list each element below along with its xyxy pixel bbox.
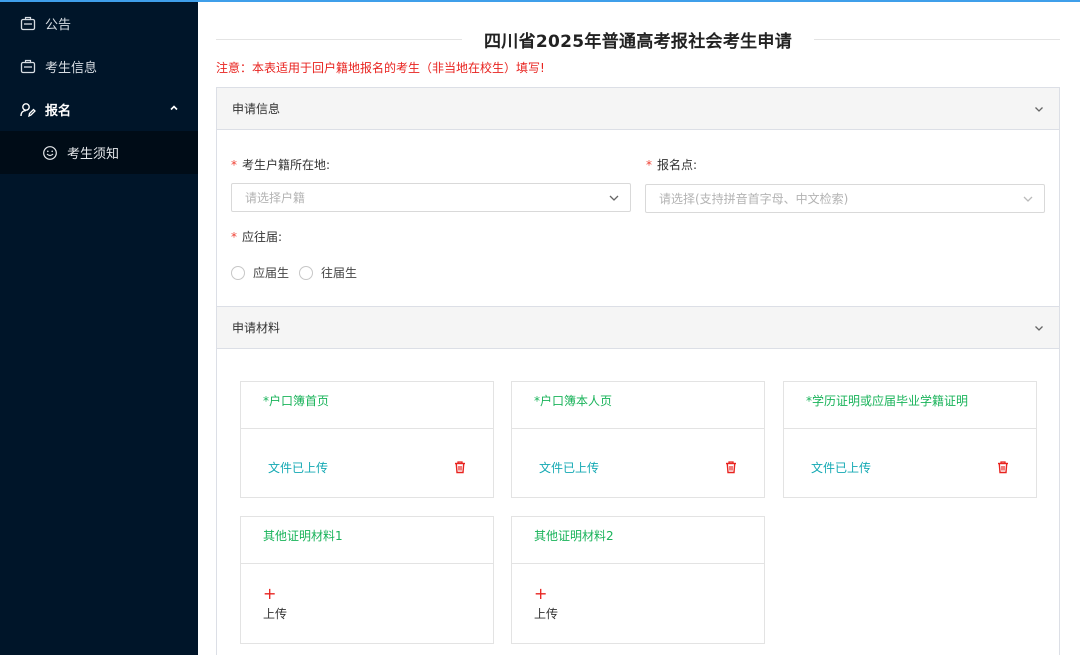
radio-circle[interactable]: [231, 265, 245, 280]
required-mark: *: [231, 158, 237, 172]
hukou-label: * 考生户籍所在地:: [231, 156, 330, 173]
briefcase-icon: [20, 16, 36, 32]
materials-header[interactable]: 申请材料: [217, 307, 1059, 349]
page-title: 四川省2025年普通高考报社会考生申请: [484, 31, 793, 52]
upload-button[interactable]: 上传: [534, 605, 558, 622]
hukou-select[interactable]: 请选择户籍: [231, 183, 631, 212]
site-placeholder: 请选择(支持拼音首字母、中文检索): [659, 192, 849, 206]
card-title: 其他证明材料2: [512, 517, 764, 564]
plus-icon[interactable]: +: [534, 586, 547, 602]
material-card: 其他证明材料2 + 上传: [511, 516, 765, 644]
required-mark: *: [231, 230, 237, 244]
sidebar-subitem-label: 考生须知: [67, 147, 120, 162]
card-title: *户口簿本人页: [512, 382, 764, 429]
site-label: * 报名点:: [646, 156, 697, 173]
sidebar: 公告 考生信息 报名 考生须知: [0, 0, 198, 655]
card-title: *户口簿首页: [241, 382, 493, 429]
sidebar-item-label: 报名: [45, 104, 72, 119]
chevron-down-icon: [1022, 193, 1034, 205]
delete-icon[interactable]: [996, 460, 1010, 474]
radio-past-graduate[interactable]: 往届生: [299, 264, 357, 281]
grad-label-text: 应往届:: [242, 230, 283, 244]
material-card: *户口簿首页 文件已上传: [240, 381, 494, 498]
hukou-label-text: 考生户籍所在地:: [242, 158, 331, 172]
smile-icon: [42, 145, 58, 161]
sidebar-item-label: 考生信息: [45, 61, 98, 76]
material-card: 其他证明材料1 + 上传: [240, 516, 494, 644]
user-edit-icon: [20, 102, 36, 118]
notice-text: 注意：本表适用于回户籍地报名的考生（非当地在校生）填写!: [216, 61, 545, 75]
sidebar-item-registration[interactable]: 报名: [0, 88, 198, 131]
plus-icon[interactable]: +: [263, 586, 276, 602]
uploaded-status[interactable]: 文件已上传: [539, 459, 599, 476]
required-mark: *: [646, 158, 652, 172]
sidebar-item-examinee-info[interactable]: 考生信息: [0, 45, 198, 88]
chevron-down-icon: [608, 192, 620, 204]
sidebar-item-announcement[interactable]: 公告: [0, 2, 198, 45]
delete-icon[interactable]: [453, 460, 467, 474]
delete-icon[interactable]: [724, 460, 738, 474]
page-header: 四川省2025年普通高考报社会考生申请: [216, 24, 1061, 54]
upload-button[interactable]: 上传: [263, 605, 287, 622]
uploaded-status[interactable]: 文件已上传: [268, 459, 328, 476]
main-content: 四川省2025年普通高考报社会考生申请 注意：本表适用于回户籍地报名的考生（非当…: [198, 0, 1080, 655]
material-card: *户口簿本人页 文件已上传: [511, 381, 765, 498]
sidebar-item-label: 公告: [45, 18, 72, 33]
hukou-placeholder: 请选择户籍: [245, 191, 306, 205]
application-info-header[interactable]: 申请信息: [217, 88, 1059, 130]
briefcase-icon: [20, 59, 36, 75]
radio-label: 应届生: [253, 266, 290, 280]
uploaded-status[interactable]: 文件已上传: [811, 459, 871, 476]
chevron-down-icon: [1033, 322, 1045, 334]
chevron-up-icon: [168, 102, 180, 114]
chevron-down-icon: [1033, 103, 1045, 115]
radio-label: 往届生: [321, 266, 358, 280]
section-title: 申请信息: [232, 102, 281, 116]
application-info-panel: 申请信息 * 考生户籍所在地: 请选择户籍 * 报名点: 请选择(支持拼音首字母、中…: [216, 87, 1060, 307]
title-divider-right: [814, 38, 1061, 40]
card-title: 其他证明材料1: [241, 517, 493, 564]
radio-circle[interactable]: [299, 265, 314, 280]
grad-label: * 应往届:: [231, 228, 282, 245]
materials-panel: 申请材料 *户口簿首页 文件已上传 *户口簿本人页 文件已上传 *学历证明或应届…: [216, 306, 1060, 655]
section-title: 申请材料: [232, 321, 281, 335]
material-card: *学历证明或应届毕业学籍证明 文件已上传: [783, 381, 1037, 498]
site-label-text: 报名点:: [657, 158, 698, 172]
card-title: *学历证明或应届毕业学籍证明: [784, 382, 1036, 429]
grad-radio-group: 应届生 往届生: [231, 264, 367, 281]
radio-current-graduate[interactable]: 应届生: [231, 264, 289, 281]
site-select[interactable]: 请选择(支持拼音首字母、中文检索): [645, 184, 1045, 213]
sidebar-subitem-notice[interactable]: 考生须知: [0, 131, 198, 174]
title-divider-left: [216, 38, 462, 40]
